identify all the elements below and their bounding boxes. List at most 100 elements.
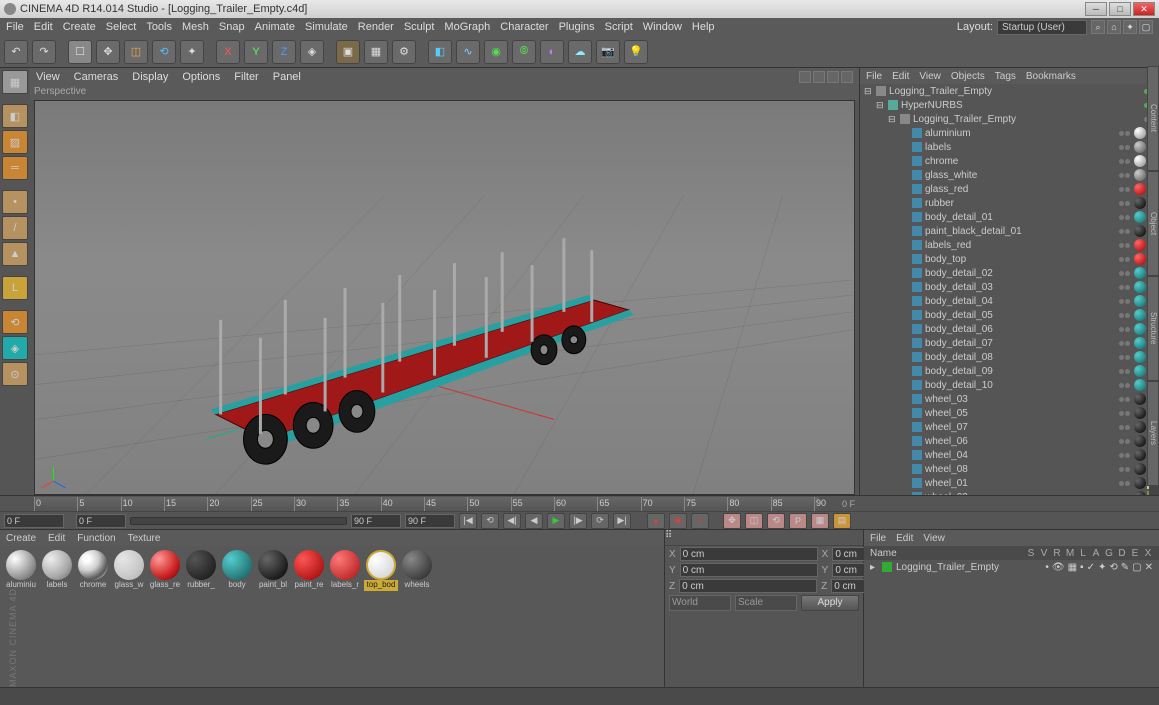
move-tool[interactable]: ✥ (96, 40, 120, 64)
matmenu-texture[interactable]: Texture (128, 533, 161, 544)
render-view[interactable]: ▣ (336, 40, 360, 64)
home-icon[interactable]: ⌂ (1107, 20, 1121, 34)
expand-icon[interactable]: ▢ (1139, 20, 1153, 34)
tab-object[interactable]: Object (1147, 171, 1159, 276)
obj-wheel_08[interactable]: wheel_08 (860, 462, 1159, 476)
3d-viewport[interactable] (34, 100, 855, 495)
menu-character[interactable]: Character (500, 21, 548, 33)
matmenu-function[interactable]: Function (77, 533, 115, 544)
tab-layers[interactable]: Layers (1147, 381, 1159, 486)
obj-wheel_03[interactable]: wheel_03 (860, 392, 1159, 406)
obj-body_detail_07[interactable]: body_detail_07 (860, 336, 1159, 350)
tab-structure[interactable]: Structure (1147, 276, 1159, 381)
menu-animate[interactable]: Animate (255, 21, 295, 33)
pos-y[interactable] (680, 563, 818, 577)
play-forward[interactable]: ▶ (547, 513, 565, 529)
obj-body_detail_06[interactable]: body_detail_06 (860, 322, 1159, 336)
obj-aluminium[interactable]: aluminium (860, 126, 1159, 140)
material-chrome[interactable]: chrome (76, 550, 110, 683)
menu-create[interactable]: Create (63, 21, 96, 33)
material-top_bod[interactable]: top_bod (364, 550, 398, 683)
add-nurbs[interactable]: ◉ (484, 40, 508, 64)
range-start[interactable]: 0 F (4, 514, 64, 528)
texture-mode[interactable]: ▨ (2, 130, 28, 154)
viewport-solo[interactable]: ◈ (2, 336, 28, 360)
material-body[interactable]: body (220, 550, 254, 683)
layer-swatch[interactable] (882, 562, 892, 572)
minimize-button[interactable]: ─ (1085, 2, 1107, 16)
vpmenu-display[interactable]: Display (132, 71, 168, 83)
edge-mode[interactable]: / (2, 216, 28, 240)
lastused-tool[interactable]: ✦ (180, 40, 204, 64)
obj-glass_white[interactable]: glass_white (860, 168, 1159, 182)
settings-icon[interactable]: ✦ (1123, 20, 1137, 34)
play-scrub[interactable] (130, 517, 347, 525)
obj-wheel_05[interactable]: wheel_05 (860, 406, 1159, 420)
model-mode[interactable]: ◧ (2, 104, 28, 128)
rot-key[interactable]: ⟲ (767, 513, 785, 529)
obj-body_detail_03[interactable]: body_detail_03 (860, 280, 1159, 294)
workplane-mode[interactable]: ═ (2, 156, 28, 180)
polygon-mode[interactable]: ▲ (2, 242, 28, 266)
objmenu-objects[interactable]: Objects (951, 71, 985, 82)
obj-body_detail_02[interactable]: body_detail_02 (860, 266, 1159, 280)
material-paint_bl[interactable]: paint_bl (256, 550, 290, 683)
objmenu-edit[interactable]: Edit (892, 71, 909, 82)
pos-x[interactable] (680, 547, 818, 561)
obj-glass_red[interactable]: glass_red (860, 182, 1159, 196)
rotate-tool[interactable]: ⟲ (152, 40, 176, 64)
next-frame[interactable]: |▶ (569, 513, 587, 529)
layout-selector[interactable]: Startup (User) (997, 20, 1087, 35)
attr-row[interactable]: ▸ Logging_Trailer_Empty •👁▦▪✓✦⟲✎▢✕ (864, 560, 1159, 574)
obj-Logging_Trailer_Empty[interactable]: ⊟Logging_Trailer_Empty (860, 84, 1159, 98)
menu-plugins[interactable]: Plugins (559, 21, 595, 33)
material-rubber_[interactable]: rubber_ (184, 550, 218, 683)
menu-window[interactable]: Window (643, 21, 682, 33)
coord-handle[interactable]: ⠿ (665, 530, 863, 546)
autokey[interactable]: ◉ (669, 513, 687, 529)
maximize-button[interactable]: □ (1109, 2, 1131, 16)
select-tool[interactable]: ☐ (68, 40, 92, 64)
obj-wheel_02[interactable]: wheel_02 (860, 490, 1159, 495)
menu-snap[interactable]: Snap (219, 21, 245, 33)
render-region[interactable]: ▦ (364, 40, 388, 64)
material-grid[interactable]: aluminiulabelschromeglass_wglass_rerubbe… (0, 546, 664, 687)
coord-mode2[interactable]: Scale (735, 595, 797, 611)
obj-Logging_Trailer_Empty[interactable]: ⊟Logging_Trailer_Empty (860, 112, 1159, 126)
coord-mode1[interactable]: World (669, 595, 731, 611)
range-start2[interactable]: 0 F (76, 514, 126, 528)
obj-body_detail_09[interactable]: body_detail_09 (860, 364, 1159, 378)
make-editable[interactable]: ▦ (2, 70, 28, 94)
axis-mode[interactable]: L (2, 276, 28, 300)
menu-tools[interactable]: Tools (146, 21, 172, 33)
param-key[interactable]: P (789, 513, 807, 529)
pla-key[interactable]: ▦ (811, 513, 829, 529)
vp-move-icon[interactable] (813, 71, 825, 83)
menu-mesh[interactable]: Mesh (182, 21, 209, 33)
redo-button[interactable]: ↷ (32, 40, 56, 64)
attrmenu-edit[interactable]: Edit (896, 533, 913, 544)
objmenu-file[interactable]: File (866, 71, 882, 82)
vpmenu-options[interactable]: Options (182, 71, 220, 83)
timeline[interactable]: 051015202530354045505560657075808590 0 F (0, 495, 1159, 511)
objmenu-view[interactable]: View (919, 71, 941, 82)
goto-start[interactable]: |◀ (459, 513, 477, 529)
scale-tool[interactable]: ◫ (124, 40, 148, 64)
add-spline[interactable]: ∿ (456, 40, 480, 64)
pos-key[interactable]: ✥ (723, 513, 741, 529)
objmenu-bookmarks[interactable]: Bookmarks (1026, 71, 1076, 82)
anim-mode[interactable]: ▤ (833, 513, 851, 529)
tab-content-browser[interactable]: Content (1147, 66, 1159, 171)
z-axis-lock[interactable]: Z (272, 40, 296, 64)
obj-wheel_04[interactable]: wheel_04 (860, 448, 1159, 462)
material-glass_re[interactable]: glass_re (148, 550, 182, 683)
range-end2[interactable]: 90 F (405, 514, 455, 528)
undo-button[interactable]: ↶ (4, 40, 28, 64)
menu-file[interactable]: File (6, 21, 24, 33)
vp-zoom-icon[interactable] (827, 71, 839, 83)
search-icon[interactable]: ⌕ (1091, 20, 1105, 34)
snap-toggle[interactable]: ⟲ (2, 310, 28, 334)
matmenu-edit[interactable]: Edit (48, 533, 65, 544)
obj-paint_black_detail_01[interactable]: paint_black_detail_01 (860, 224, 1159, 238)
menu-edit[interactable]: Edit (34, 21, 53, 33)
